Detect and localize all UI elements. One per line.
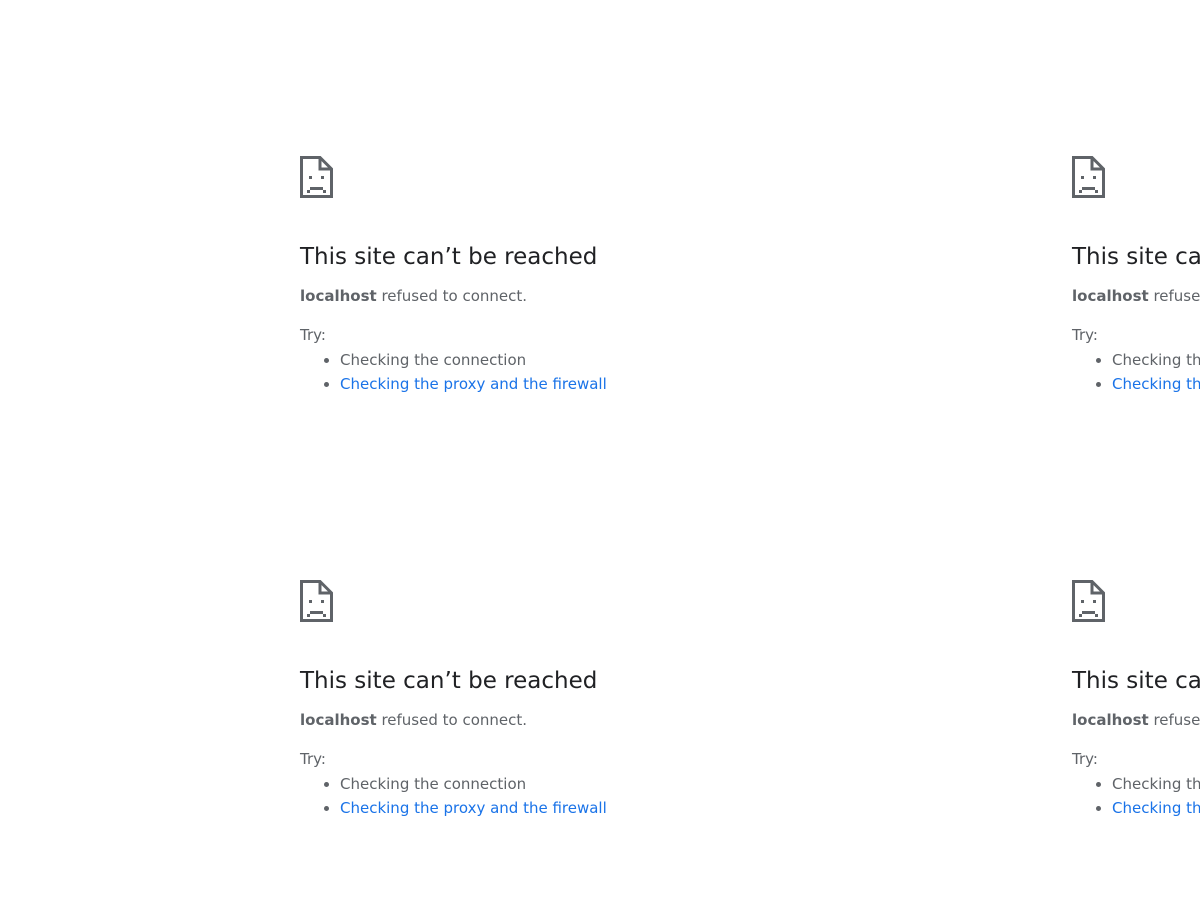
try-label: Try: (1072, 326, 1098, 344)
suggestion-list: Checking the connection Checking the pro… (300, 772, 900, 820)
error-description: localhost refused to connect. (1072, 709, 1200, 731)
error-title: This site can’t be reached (1072, 668, 1200, 694)
error-panel: This site can’t be reached localhost ref… (300, 580, 900, 820)
suggestion-list: Checking the connection Checking the pro… (1072, 772, 1200, 820)
error-panel: This site can’t be reached localhost ref… (1072, 156, 1200, 396)
error-title: This site can’t be reached (1072, 244, 1200, 270)
try-label: Try: (300, 750, 326, 768)
suggestion-item: Checking the connection (340, 348, 900, 372)
error-host: localhost (300, 287, 377, 305)
try-label: Try: (300, 326, 326, 344)
error-message: refused to connect. (1153, 287, 1200, 305)
error-panel: This site can’t be reached localhost ref… (1072, 580, 1200, 820)
sad-document-icon (300, 580, 333, 622)
error-host: localhost (1072, 287, 1149, 305)
suggestion-list: Checking the connection Checking the pro… (300, 348, 900, 396)
sad-document-icon (300, 156, 333, 198)
error-host: localhost (1072, 711, 1149, 729)
try-label: Try: (1072, 750, 1098, 768)
browser-error-page: This site can’t be reached localhost ref… (0, 0, 1200, 900)
sad-document-icon (1072, 156, 1105, 198)
error-title: This site can’t be reached (300, 668, 598, 694)
suggestion-check-connection: Checking the connection (1112, 775, 1200, 793)
suggestion-item: Checking the proxy and the firewall (340, 372, 900, 396)
error-title: This site can’t be reached (300, 244, 598, 270)
suggestion-proxy-firewall-link[interactable]: Checking the proxy and the firewall (340, 799, 607, 817)
error-description: localhost refused to connect. (300, 285, 900, 307)
suggestion-list: Checking the connection Checking the pro… (1072, 348, 1200, 396)
suggestion-item: Checking the proxy and the firewall (1112, 372, 1200, 396)
error-description: localhost refused to connect. (300, 709, 900, 731)
error-message: refused to connect. (1153, 711, 1200, 729)
sad-document-icon (1072, 580, 1105, 622)
suggestion-proxy-firewall-link[interactable]: Checking the proxy and the firewall (340, 375, 607, 393)
error-host: localhost (300, 711, 377, 729)
suggestion-item: Checking the proxy and the firewall (1112, 796, 1200, 820)
error-description: localhost refused to connect. (1072, 285, 1200, 307)
suggestion-item: Checking the connection (1112, 772, 1200, 796)
error-message: refused to connect. (376, 711, 528, 729)
suggestion-item: Checking the proxy and the firewall (340, 796, 900, 820)
suggestion-item: Checking the connection (340, 772, 900, 796)
suggestion-proxy-firewall-link[interactable]: Checking the proxy and the firewall (1112, 799, 1200, 817)
suggestion-check-connection: Checking the connection (1112, 351, 1200, 369)
error-message: refused to connect. (376, 287, 528, 305)
suggestion-check-connection: Checking the connection (340, 775, 527, 793)
suggestion-item: Checking the connection (1112, 348, 1200, 372)
suggestion-check-connection: Checking the connection (340, 351, 527, 369)
error-panel: This site can’t be reached localhost ref… (300, 156, 900, 396)
suggestion-proxy-firewall-link[interactable]: Checking the proxy and the firewall (1112, 375, 1200, 393)
